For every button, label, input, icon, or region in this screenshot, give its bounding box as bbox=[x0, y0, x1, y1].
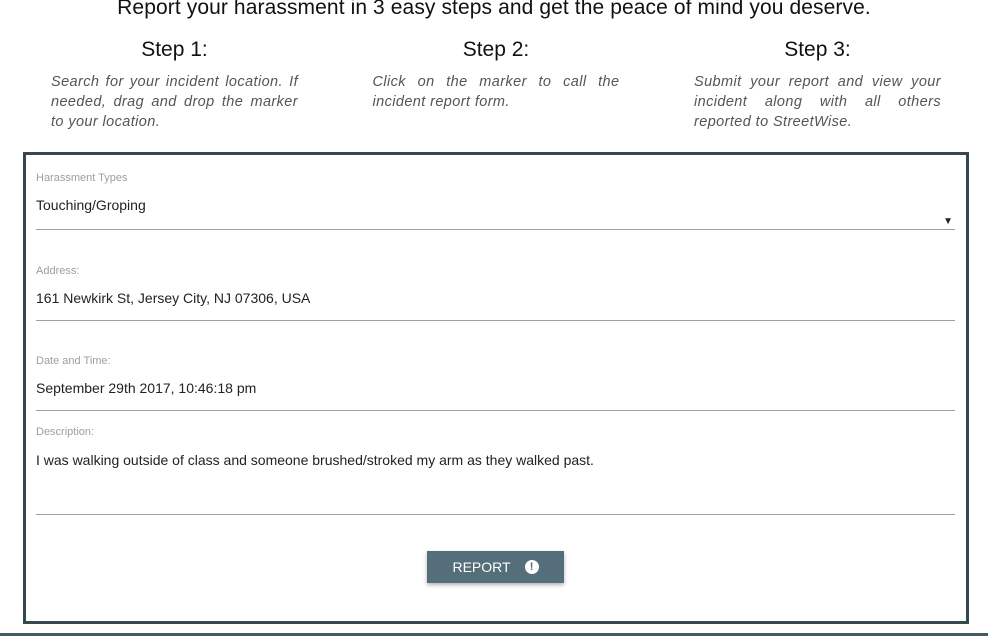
step-3-title: Step 3: bbox=[784, 38, 851, 61]
date-time-field[interactable]: Date and Time: September 29th 2017, 10:4… bbox=[36, 355, 955, 411]
step-3: Step 3: Submit your report and view your… bbox=[694, 38, 941, 132]
dropdown-arrow-icon[interactable]: ▼ bbox=[943, 216, 953, 227]
harassment-type-label: Harassment Types bbox=[36, 172, 128, 184]
step-3-text: Submit your report and view your inciden… bbox=[694, 74, 941, 130]
harassment-type-value[interactable]: Touching/Groping bbox=[36, 197, 955, 213]
alert-icon: ! bbox=[524, 560, 539, 574]
address-input[interactable]: 161 Newkirk St, Jersey City, NJ 07306, U… bbox=[36, 290, 955, 306]
report-button[interactable]: REPORT ! bbox=[427, 551, 564, 583]
step-2-text: Click on the marker to call the incident… bbox=[372, 74, 620, 110]
description-field[interactable]: Description: I was walking outside of cl… bbox=[36, 426, 955, 515]
date-time-label: Date and Time: bbox=[36, 355, 111, 367]
report-form: Harassment Types Touching/Groping ▼ Addr… bbox=[23, 152, 969, 624]
step-1-title: Step 1: bbox=[141, 38, 208, 61]
step-1-text: Search for your incident location. If ne… bbox=[51, 74, 298, 130]
address-field[interactable]: Address: 161 Newkirk St, Jersey City, NJ… bbox=[36, 265, 955, 321]
harassment-type-select[interactable]: Harassment Types Touching/Groping ▼ bbox=[36, 172, 955, 230]
description-textarea[interactable]: I was walking outside of class and someo… bbox=[36, 452, 955, 468]
step-2-title: Step 2: bbox=[462, 38, 530, 61]
address-label: Address: bbox=[36, 265, 80, 277]
date-time-input[interactable]: September 29th 2017, 10:46:18 pm bbox=[36, 380, 955, 396]
step-2: Step 2: Click on the marker to call the … bbox=[373, 38, 620, 132]
report-button-label: REPORT bbox=[452, 559, 511, 575]
step-1: Step 1: Search for your incident locatio… bbox=[51, 38, 298, 132]
description-label: Description: bbox=[36, 426, 95, 438]
page-headline: Report your harassment in 3 easy steps a… bbox=[117, 0, 871, 19]
steps-row: Step 1: Search for your incident locatio… bbox=[51, 38, 941, 132]
